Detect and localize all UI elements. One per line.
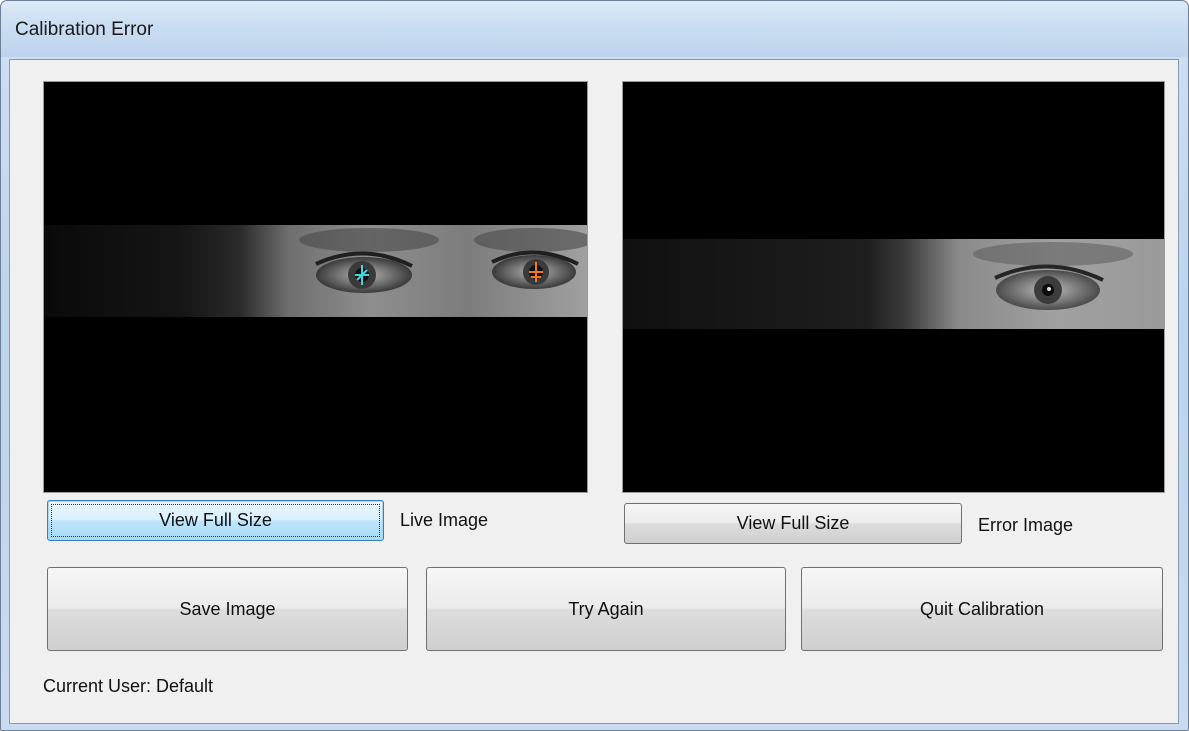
live-view-full-size-button[interactable]: View Full Size xyxy=(47,500,384,541)
quit-calibration-button[interactable]: Quit Calibration xyxy=(801,567,1163,651)
save-image-button[interactable]: Save Image xyxy=(47,567,408,651)
error-view-full-size-button[interactable]: View Full Size xyxy=(624,503,962,544)
error-eye-image xyxy=(623,82,1164,492)
calibration-error-window: Calibration Error View Full Size Live Im… xyxy=(0,0,1189,731)
title-bar[interactable]: Calibration Error xyxy=(1,1,1188,57)
current-user-status: Current User: Default xyxy=(43,676,214,696)
live-eye-image xyxy=(44,82,587,492)
live-image-caption: Live Image xyxy=(400,510,489,530)
window-title: Calibration Error xyxy=(15,19,154,40)
dialog-content: View Full Size Live Image View Full Size… xyxy=(9,59,1179,724)
live-image-panel xyxy=(43,81,588,493)
try-again-button[interactable]: Try Again xyxy=(426,567,786,651)
error-image-panel xyxy=(622,81,1165,493)
error-image-caption: Error Image xyxy=(978,515,1074,535)
